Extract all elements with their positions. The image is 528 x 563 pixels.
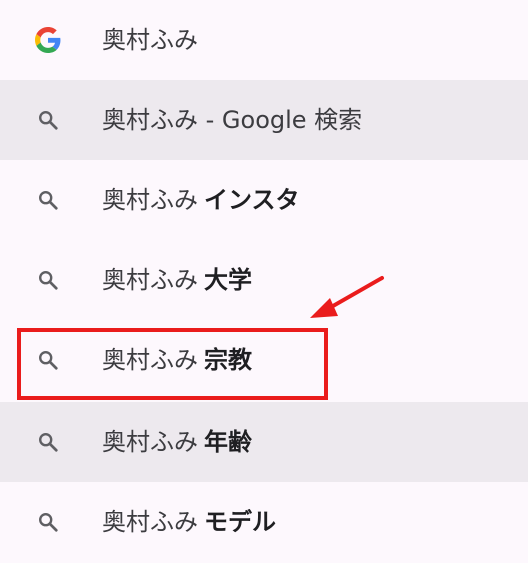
suggestion-suffix: 大学: [204, 266, 252, 294]
suggestion-suffix: 年齢: [204, 428, 252, 456]
suggestion-text: 奥村ふみ モデル: [102, 508, 276, 536]
suggestion-item-5[interactable]: 奥村ふみ 年齢: [0, 402, 528, 482]
suggestion-text: 奥村ふみ 大学: [102, 266, 252, 294]
suggestion-list: 奥村ふみ 奥村ふみ - Google 検索 奥村ふみ インスタ 奥村ふみ 大学 奥村: [0, 0, 528, 563]
search-icon: [34, 346, 62, 374]
search-icon: [34, 106, 62, 134]
suggestion-suffix: 宗教: [204, 346, 252, 374]
suggestion-text: 奥村ふみ 年齢: [102, 428, 252, 456]
suggestion-item-0[interactable]: 奥村ふみ: [0, 0, 528, 80]
search-icon: [34, 428, 62, 456]
suggestion-suffix: モデル: [204, 508, 276, 536]
suggestion-item-2[interactable]: 奥村ふみ インスタ: [0, 160, 528, 240]
suggestion-item-3[interactable]: 奥村ふみ 大学: [0, 240, 528, 320]
suggestion-item-6[interactable]: 奥村ふみ モデル: [0, 482, 528, 562]
search-icon: [34, 186, 62, 214]
suggestion-item-1[interactable]: 奥村ふみ - Google 検索: [0, 80, 528, 160]
search-icon: [34, 266, 62, 294]
suggestion-text: 奥村ふみ インスタ: [102, 186, 300, 214]
suggestion-suffix: インスタ: [204, 186, 300, 214]
suggestion-text: 奥村ふみ: [102, 26, 198, 54]
search-icon: [34, 508, 62, 536]
suggestion-item-4[interactable]: 奥村ふみ 宗教: [0, 320, 528, 400]
suggestion-text: 奥村ふみ - Google 検索: [102, 106, 363, 134]
suggestion-text: 奥村ふみ 宗教: [102, 346, 252, 374]
google-g-icon: [34, 26, 62, 54]
